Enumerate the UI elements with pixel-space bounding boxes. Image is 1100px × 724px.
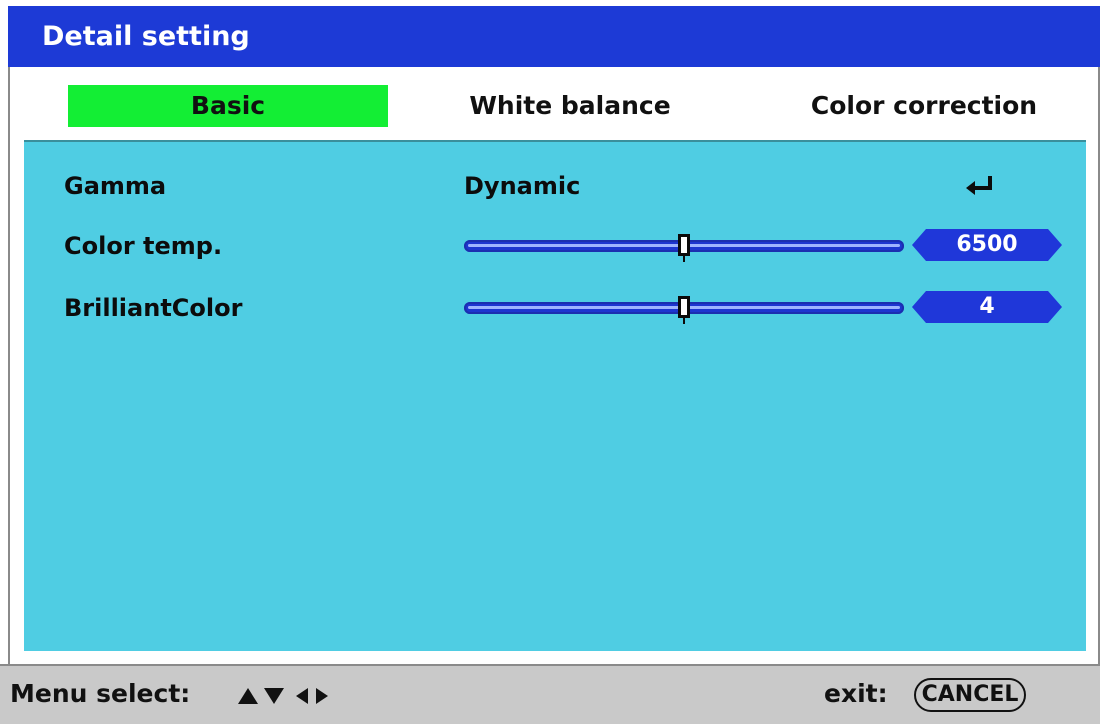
gamma-label: Gamma xyxy=(64,172,167,200)
color-temp-slider-thumb[interactable] xyxy=(678,234,690,256)
menu-select-label: Menu select: xyxy=(10,679,191,708)
title-bar: Detail setting xyxy=(8,6,1100,67)
enter-icon[interactable] xyxy=(964,174,996,198)
brilliant-color-label: BrilliantColor xyxy=(64,294,243,322)
color-temp-slider-tick xyxy=(683,256,685,262)
brilliant-color-value-badge: 4 xyxy=(912,291,1062,323)
content-frame: Basic White balance Color correction Gam… xyxy=(8,67,1100,664)
tab-basic[interactable]: Basic xyxy=(68,85,388,127)
exit-label: exit: xyxy=(824,679,888,708)
brilliant-color-row[interactable]: BrilliantColor 4 xyxy=(24,288,1086,328)
window-title: Detail setting xyxy=(42,21,250,52)
tab-color-correction[interactable]: Color correction xyxy=(764,85,1084,127)
brilliant-color-slider-tick xyxy=(683,318,685,324)
brilliant-color-slider-thumb[interactable] xyxy=(678,296,690,318)
brilliant-color-slider[interactable] xyxy=(464,296,914,324)
tab-bar: Basic White balance Color correction xyxy=(10,85,1098,127)
up-down-left-right-arrows-icon xyxy=(238,688,328,704)
tab-white-balance[interactable]: White balance xyxy=(410,85,730,127)
settings-panel: Gamma Dynamic Color temp. 6500 Brilliant… xyxy=(24,140,1086,651)
footer-bar: Menu select: exit: CANCEL xyxy=(0,664,1100,724)
color-temp-row[interactable]: Color temp. 6500 xyxy=(24,226,1086,266)
cancel-button[interactable]: CANCEL xyxy=(914,678,1026,712)
gamma-value: Dynamic xyxy=(464,172,581,200)
gamma-row[interactable]: Gamma Dynamic xyxy=(24,166,1086,206)
color-temp-label: Color temp. xyxy=(64,232,223,260)
color-temp-value-badge: 6500 xyxy=(912,229,1062,261)
detail-setting-window: Detail setting Basic White balance Color… xyxy=(0,0,1100,724)
color-temp-slider[interactable] xyxy=(464,234,914,262)
